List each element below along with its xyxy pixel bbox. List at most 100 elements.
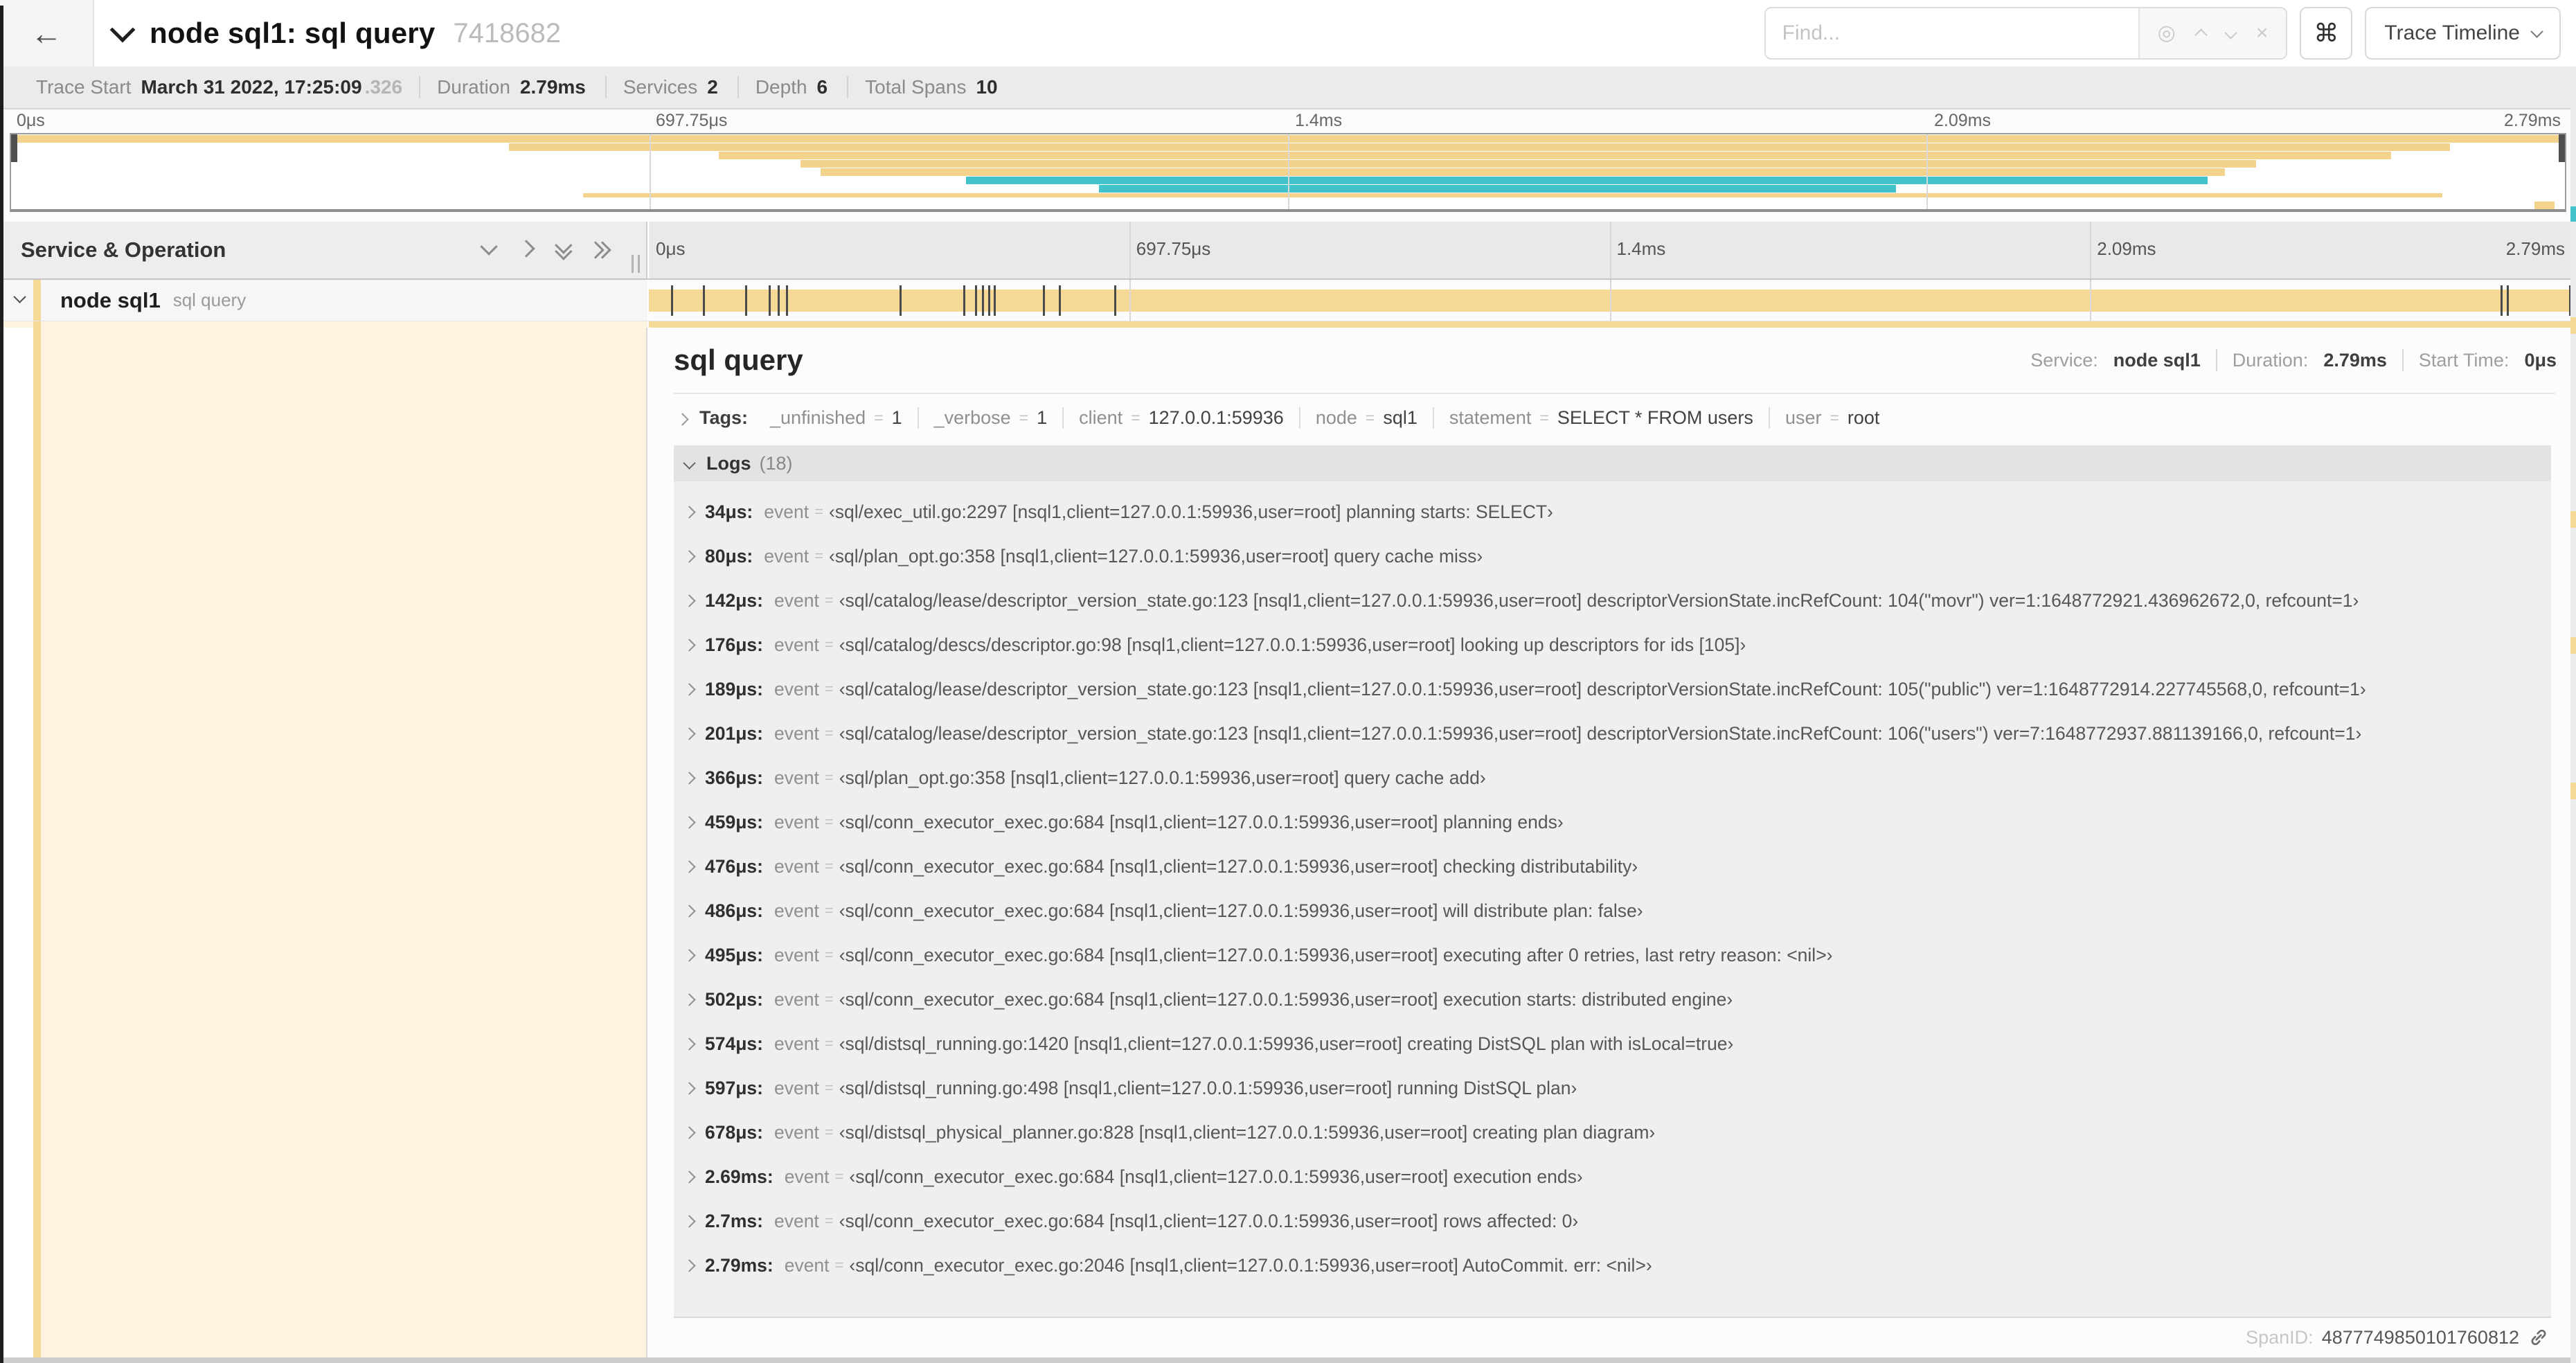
log-marker-tick [988,285,991,316]
log-entry-row[interactable]: 176μs: event = ‹sql/catalog/descs/descri… [674,623,2551,667]
minimap-span-bar [821,168,2226,176]
log-entry-row[interactable]: 2.7ms: event = ‹sql/conn_executor_exec.g… [674,1199,2551,1243]
log-entry-row[interactable]: 678μs: event = ‹sql/distsql_physical_pla… [674,1110,2551,1155]
log-marker-tick [993,285,996,316]
expanded-span-left-column [0,328,647,1357]
locate-icon[interactable]: ◎ [2158,23,2176,44]
find-prev-button[interactable] [2194,23,2208,44]
collapse-all-button[interactable] [555,236,573,260]
log-field-value: ‹sql/distsql_running.go:498 [nsql1,clien… [839,1077,1577,1098]
partial-span-row [0,321,2576,328]
log-entry-row[interactable]: 189μs: event = ‹sql/catalog/lease/descri… [674,667,2551,711]
log-entry-row[interactable]: 366μs: event = ‹sql/plan_opt.go:358 [nsq… [674,756,2551,800]
log-entry-row[interactable]: 201μs: event = ‹sql/catalog/lease/descri… [674,711,2551,756]
span-id-value: 4877749850101760812 [2321,1326,2519,1348]
minimap-right-scrub-handle[interactable] [2559,134,2565,162]
find-next-button[interactable] [2224,23,2237,44]
minimap-span-bar [509,143,2451,151]
log-entry-row[interactable]: 476μs: event = ‹sql/conn_executor_exec.g… [674,844,2551,889]
equals-sign: = [824,857,834,875]
summary-label: Trace Start [36,76,132,98]
log-entry-row[interactable]: 597μs: event = ‹sql/distsql_running.go:4… [674,1066,2551,1110]
tags-section-toggle[interactable]: Tags: _unfinished = 1 _verbose = 1 clien… [674,394,2555,441]
tag-item[interactable]: statement = SELECT * FROM users [1432,407,1769,429]
log-entry-row[interactable]: 80μs: event = ‹sql/plan_opt.go:358 [nsql… [674,534,2551,578]
log-entry-row[interactable]: 34μs: event = ‹sql/exec_util.go:2297 [ns… [674,490,2551,534]
trace-expander-button[interactable] [109,17,136,44]
page-title: node sql1: sql query [150,17,436,49]
log-field-value: ‹sql/catalog/descs/descriptor.go:98 [nsq… [839,634,1746,655]
log-entry-row[interactable]: 142μs: event = ‹sql/catalog/lease/descri… [674,578,2551,623]
back-button[interactable]: ← [0,0,94,66]
expanded-accent-area [41,328,646,1357]
grid-line [2090,280,2092,321]
title-area: node sql1: sql query 7418682 [109,17,1764,50]
column-resize-grip[interactable] [632,255,640,273]
log-field-key: event [774,678,819,700]
keyboard-shortcuts-button[interactable]: ⌘ [2300,7,2353,60]
timeline-tick-label: 0μs [17,111,45,130]
minimap-span-bar [718,152,2392,159]
equals-sign: = [1131,408,1141,427]
top-bar-actions: ◎ × ⌘ Trace Timeline [1764,7,2561,60]
expand-all-button[interactable] [587,241,611,259]
find-clear-button[interactable]: × [2256,23,2269,44]
view-selector-button[interactable]: Trace Timeline [2365,7,2561,60]
equals-sign: = [824,1035,834,1052]
equals-sign: = [824,1079,834,1096]
logs-label: Logs [706,452,751,474]
timeline-tick-label: 2.79ms [2505,238,2565,259]
log-field-key: event [774,722,819,744]
span-row-name-cell: node sql1 sql query [0,280,647,321]
log-entry-row[interactable]: 2.79ms: event = ‹sql/conn_executor_exec.… [674,1243,2551,1288]
summary-value-suffix: .326 [364,76,403,98]
span-row[interactable]: node sql1 sql query [0,280,2576,321]
log-entry-row[interactable]: 459μs: event = ‹sql/conn_executor_exec.g… [674,800,2551,844]
log-field-key: event [774,944,819,965]
minimap-canvas[interactable] [10,133,2566,212]
log-timestamp: 459μs: [705,811,763,832]
log-timestamp: 142μs: [705,589,763,611]
span-service-name: node sql1 [60,287,161,312]
trace-id: 7418682 [453,17,562,48]
logs-count: (18) [759,452,793,474]
equals-sign: = [1539,408,1549,427]
start-time-label: Start Time: [2418,349,2510,371]
chevron-right-icon [683,1125,696,1139]
chevron-right-icon [683,771,696,785]
top-bar: ← node sql1: sql query 7418682 ◎ × ⌘ Tra… [0,0,2576,68]
tag-item[interactable]: user = root [1768,407,1895,429]
log-timestamp: 486μs: [705,900,763,921]
log-entry-row[interactable]: 2.69ms: event = ‹sql/conn_executor_exec.… [674,1155,2551,1199]
tag-item[interactable]: _unfinished = 1 [755,407,918,429]
span-collapse-button[interactable] [13,289,26,307]
log-field-value: ‹sql/conn_executor_exec.go:684 [nsql1,cl… [839,944,1833,965]
log-marker-tick [1042,285,1045,316]
log-timestamp: 2.7ms: [705,1210,763,1231]
trace-summary-item: Services 2 [605,76,737,98]
log-entry-row[interactable]: 502μs: event = ‹sql/conn_executor_exec.g… [674,977,2551,1022]
span-row-timeline-cell[interactable] [649,280,2571,321]
find-input[interactable] [1765,8,2138,58]
grid-line [1129,280,1131,321]
tag-item[interactable]: _verbose = 1 [917,407,1063,429]
grid-line [1129,222,1131,278]
collapse-one-button[interactable] [480,237,498,258]
log-entry-row[interactable]: 574μs: event = ‹sql/distsql_running.go:1… [674,1022,2551,1066]
log-field-key: event [774,900,819,921]
log-entry-row[interactable]: 495μs: event = ‹sql/conn_executor_exec.g… [674,933,2551,977]
chevron-right-icon [683,948,696,962]
minimap-left-scrub-handle[interactable] [11,134,17,162]
log-field-value: ‹sql/plan_opt.go:358 [nsql1,client=127.0… [839,767,1486,788]
log-field-key: event [774,1077,819,1098]
tag-item[interactable]: node = sql1 [1298,407,1433,429]
log-entry-row[interactable]: 486μs: event = ‹sql/conn_executor_exec.g… [674,889,2551,933]
chevron-down-icon [480,237,498,256]
log-marker-tick [769,285,771,316]
expand-one-button[interactable] [517,239,535,258]
tag-item[interactable]: client = 127.0.0.1:59936 [1062,407,1299,429]
summary-value: 2.79ms [519,76,586,98]
log-timestamp: 2.69ms: [705,1166,773,1187]
logs-section-toggle[interactable]: Logs (18) [674,445,2551,481]
deep-link-icon[interactable] [2528,1326,2550,1348]
